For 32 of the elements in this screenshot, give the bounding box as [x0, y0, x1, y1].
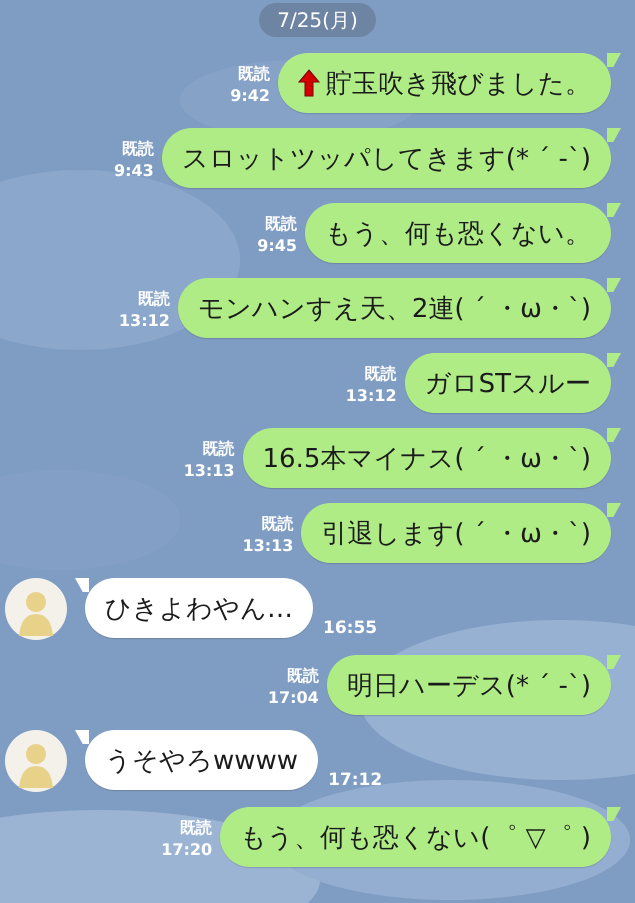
message-bubble: うそやろwwww: [85, 730, 318, 790]
message-bubble: 明日ハーデス(* ´ -`): [326, 655, 611, 715]
message-bubble: 16.5本マイナス( ´ ・ω・`): [242, 428, 611, 488]
message-bubble: スロットツッパしてきます(* ´ -`): [162, 128, 611, 188]
message-bubble: もう、何も恐くない。: [305, 203, 611, 263]
read-receipt: 既読: [261, 513, 294, 535]
message-bubble: ガロSTスルー: [404, 353, 611, 413]
message-bubble: モンハンすえ天、2連( ´ ・ω・`): [178, 278, 611, 338]
message-time: 9:43: [114, 160, 154, 182]
read-receipt: 既読: [122, 138, 154, 160]
message-time: 9:42: [230, 85, 270, 107]
message-time: 17:12: [328, 770, 382, 790]
read-receipt: 既読: [238, 63, 270, 85]
read-receipt: 既読: [265, 213, 297, 235]
message-time: 13:12: [346, 385, 397, 407]
message-bubble: 引退します( ´ ・ω・`): [301, 503, 611, 563]
read-receipt: 既読: [180, 817, 212, 839]
message-bubble: 貯玉吹き飛びました。: [278, 53, 611, 113]
read-receipt: 既読: [286, 665, 319, 687]
message-time: 16:55: [323, 618, 378, 638]
message-time: 13:13: [242, 535, 294, 557]
message-time: 9:45: [257, 235, 297, 257]
date-label: 7/25(月): [259, 3, 376, 37]
message-bubble: もう、何も恐くない(゜ ▽゜ ): [220, 807, 611, 867]
message-time: 13:12: [118, 310, 170, 332]
read-receipt: 既読: [364, 363, 397, 385]
message-time: 17:20: [161, 839, 212, 861]
read-receipt: 既読: [138, 288, 170, 310]
message-time: 17:04: [268, 687, 319, 709]
message-bubble: ひきよわやん…: [85, 578, 313, 638]
message-time: 13:13: [184, 460, 235, 482]
read-receipt: 既読: [202, 438, 235, 460]
